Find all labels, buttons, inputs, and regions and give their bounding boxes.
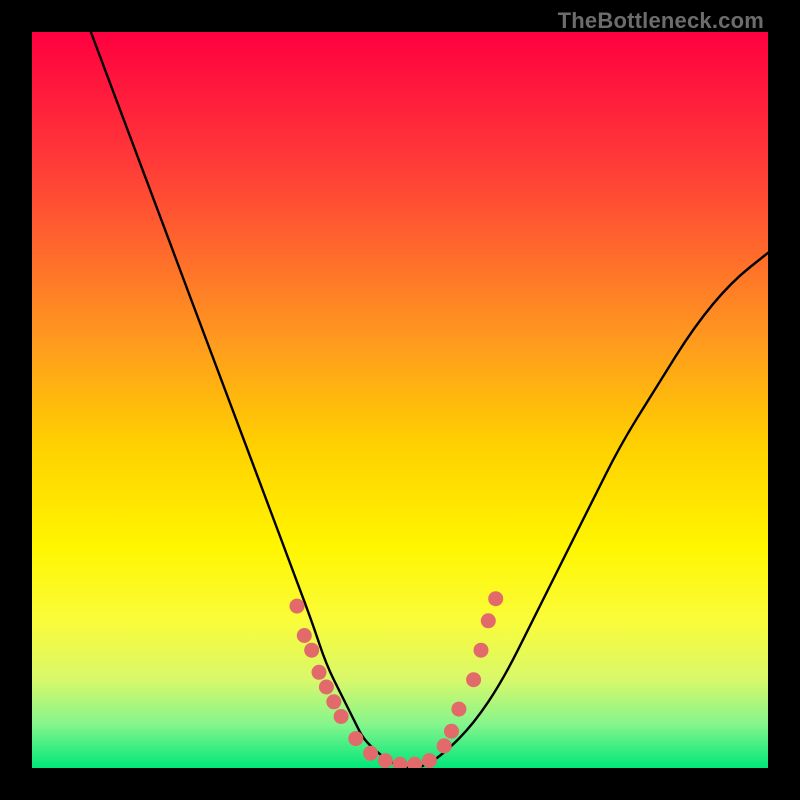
marker-dot <box>326 694 341 709</box>
marker-dot <box>422 753 437 768</box>
curve-svg <box>32 32 768 768</box>
watermark-text: TheBottleneck.com <box>558 8 764 34</box>
marker-dot <box>474 643 489 658</box>
marker-dot <box>444 724 459 739</box>
marker-dot <box>304 643 319 658</box>
marker-dot <box>297 628 312 643</box>
bottleneck-curve <box>91 32 768 768</box>
marker-dot <box>437 738 452 753</box>
marker-dot <box>334 709 349 724</box>
marker-dot <box>451 702 466 717</box>
marker-dot <box>290 599 305 614</box>
marker-dot <box>466 672 481 687</box>
marker-dot <box>488 591 503 606</box>
marker-dot <box>363 746 378 761</box>
marker-dot <box>378 753 393 768</box>
marker-dots <box>290 591 504 768</box>
marker-dot <box>348 731 363 746</box>
marker-dot <box>393 757 408 768</box>
marker-dot <box>407 757 422 768</box>
plot-area <box>32 32 768 768</box>
marker-dot <box>312 665 327 680</box>
marker-dot <box>319 680 334 695</box>
marker-dot <box>481 613 496 628</box>
chart-container: TheBottleneck.com <box>0 0 800 800</box>
